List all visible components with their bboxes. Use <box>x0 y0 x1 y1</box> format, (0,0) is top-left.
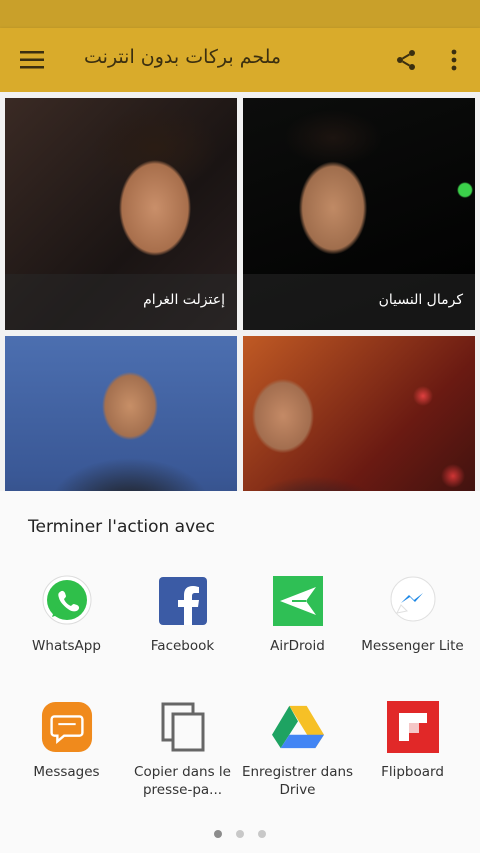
messages-icon <box>41 701 93 753</box>
share-icon <box>397 50 415 70</box>
hamburger-menu-icon <box>20 51 44 69</box>
page-dot-active[interactable] <box>214 830 222 838</box>
song-caption: إعتزلت الغرام <box>5 274 237 330</box>
song-title: إعتزلت الغرام <box>143 292 225 308</box>
song-grid: إعتزلت الغرام كرمال النسيان <box>0 92 480 568</box>
app-bar: ملحم بركات بدون انترنت <box>0 28 480 92</box>
page-dot[interactable] <box>236 830 244 838</box>
share-target-copy-clipboard[interactable]: Copier dans le presse-pa... <box>125 701 240 811</box>
app-label: AirDroid <box>270 638 325 654</box>
song-card[interactable]: إعتزلت الغرام <box>5 98 237 330</box>
app-title: ملحم بركات بدون انترنت <box>84 46 282 68</box>
facebook-icon <box>157 575 209 627</box>
page-dot[interactable] <box>258 830 266 838</box>
app-label: Messages <box>33 764 100 780</box>
song-title: كرمال النسيان <box>378 292 463 308</box>
airdroid-icon <box>272 575 324 627</box>
status-bar <box>0 0 480 28</box>
app-label: Copier dans le presse-pa... <box>134 764 231 798</box>
share-sheet-title: Terminer l'action avec <box>28 517 215 537</box>
share-target-facebook[interactable]: Facebook <box>125 575 240 685</box>
app-label: Flipboard <box>381 764 444 780</box>
messenger-lite-icon <box>387 575 439 627</box>
app-label: Enregistrer dans Drive <box>241 764 354 798</box>
share-target-messages[interactable]: Messages <box>9 701 124 811</box>
more-vertical-icon <box>451 49 457 71</box>
whatsapp-icon <box>41 575 93 627</box>
copy-icon <box>157 701 209 753</box>
share-target-google-drive[interactable]: Enregistrer dans Drive <box>240 701 355 811</box>
app-label: Messenger Lite <box>361 638 464 654</box>
share-sheet: Terminer l'action avec WhatsApp Facebook <box>0 491 480 853</box>
more-options-button[interactable] <box>438 42 470 78</box>
song-caption: كرمال النسيان <box>243 274 475 330</box>
song-card[interactable]: كرمال النسيان <box>243 98 475 330</box>
menu-button[interactable] <box>12 44 52 76</box>
page-indicator <box>210 830 270 840</box>
share-button[interactable] <box>388 42 424 78</box>
share-target-airdroid[interactable]: AirDroid <box>240 575 355 685</box>
google-drive-icon <box>272 701 324 753</box>
share-target-flipboard[interactable]: Flipboard <box>355 701 470 811</box>
app-label: Facebook <box>150 638 215 654</box>
app-label: WhatsApp <box>32 638 101 654</box>
share-target-messenger-lite[interactable]: Messenger Lite <box>355 575 470 685</box>
flipboard-icon <box>387 701 439 753</box>
share-target-whatsapp[interactable]: WhatsApp <box>9 575 124 685</box>
